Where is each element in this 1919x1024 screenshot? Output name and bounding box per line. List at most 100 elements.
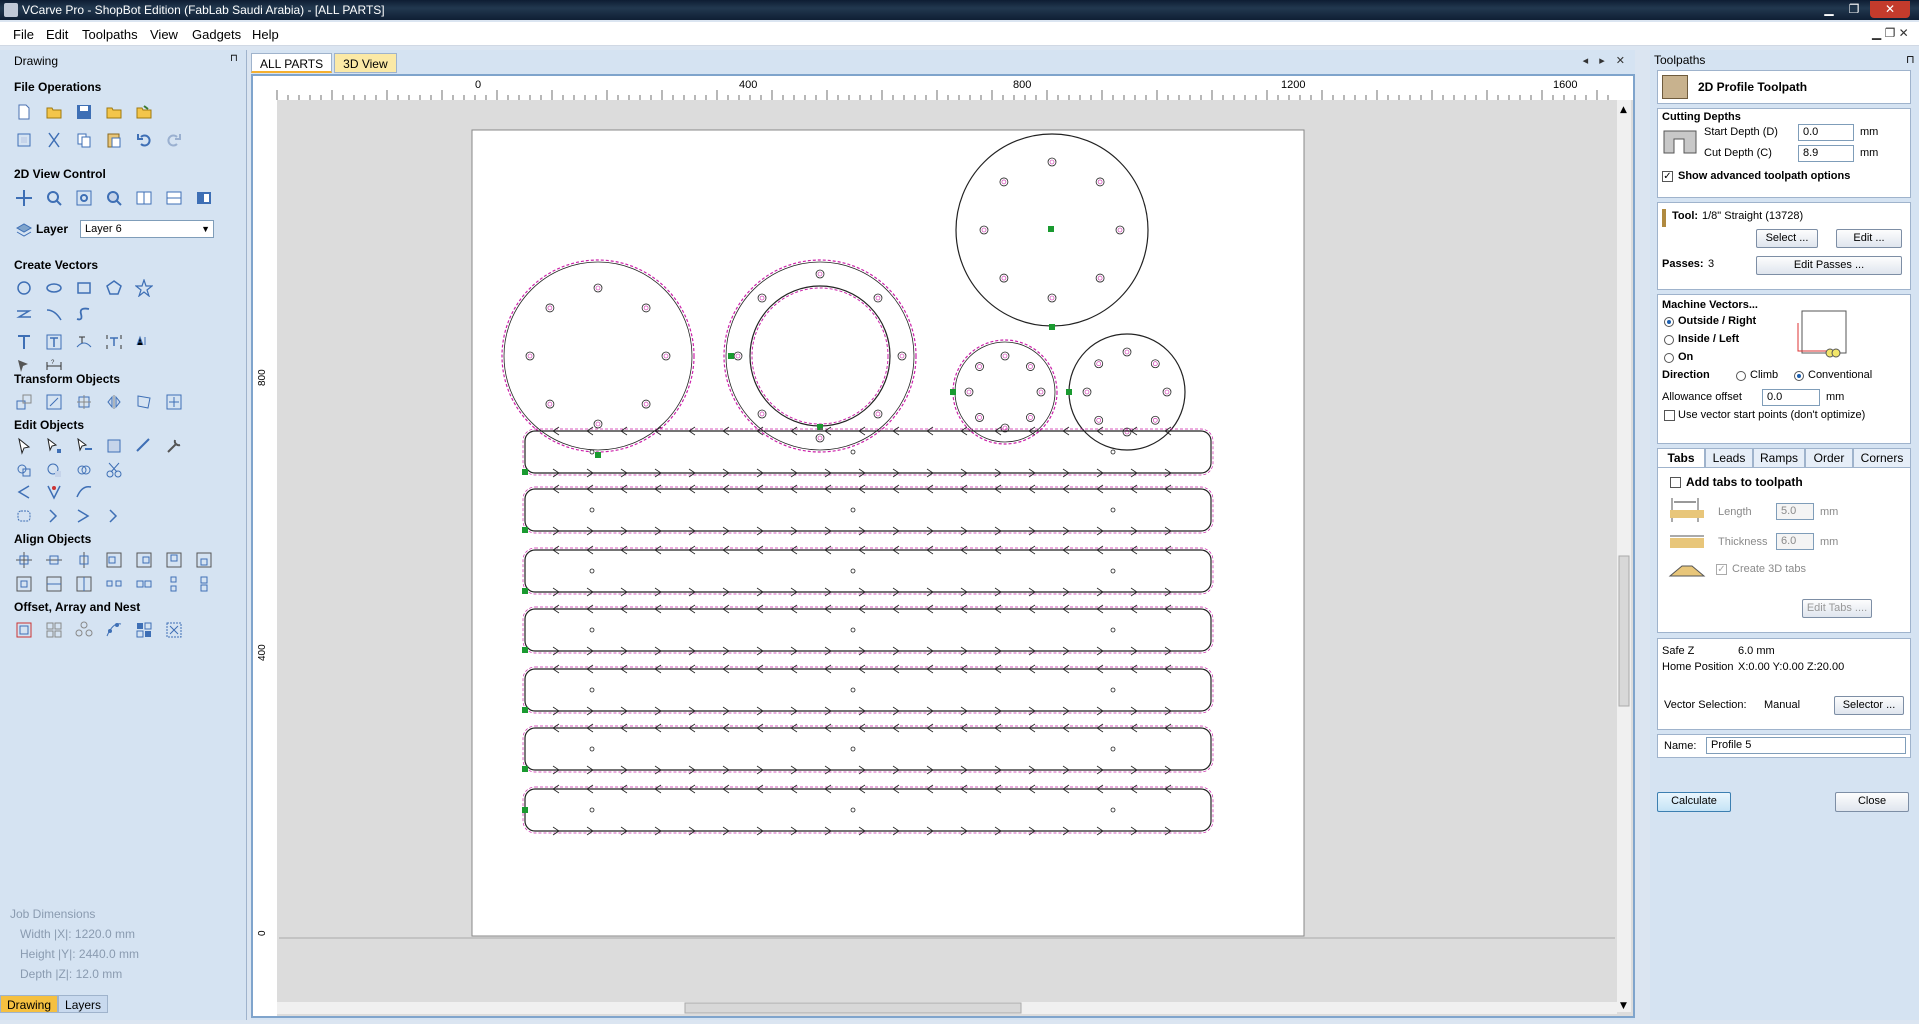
tab-layers[interactable]: Layers	[58, 995, 109, 1013]
draw-rectangle-icon[interactable]	[74, 278, 94, 298]
horizontal-scrollbar-thumb[interactable]	[684, 1002, 1022, 1014]
add-tabs-checkbox[interactable]	[1670, 477, 1681, 488]
mdi-window-controls[interactable]: ▁ ❐ ✕	[1872, 26, 1909, 40]
close-vector-icon[interactable]	[44, 506, 64, 526]
calculate-button[interactable]: Calculate	[1657, 792, 1731, 812]
save-icon[interactable]	[74, 102, 94, 122]
distribute-vertical-spacing-icon[interactable]	[194, 574, 214, 594]
tab-thickness-input[interactable]: 6.0	[1776, 533, 1814, 550]
smooth-curve-icon[interactable]	[74, 482, 94, 502]
mirror-icon[interactable]	[104, 392, 124, 412]
node-edit-icon[interactable]	[44, 436, 64, 456]
export-icon[interactable]	[134, 102, 154, 122]
center-horizontal-material-icon[interactable]	[44, 574, 64, 594]
offset-icon[interactable]	[14, 620, 34, 640]
draw-star-icon[interactable]	[134, 278, 154, 298]
rotate-icon[interactable]	[74, 392, 94, 412]
spell-check-icon[interactable]	[134, 332, 154, 352]
show-advanced-checkbox[interactable]: ✓	[1662, 171, 1673, 182]
select-pointer-icon[interactable]	[14, 436, 34, 456]
center-vertical-material-icon[interactable]	[74, 574, 94, 594]
draw-polygon-icon[interactable]	[104, 278, 124, 298]
tab-length-input[interactable]: 5.0	[1776, 503, 1814, 520]
block-copy-icon[interactable]	[44, 620, 64, 640]
center-in-material-icon[interactable]	[14, 574, 34, 594]
document-nav-controls[interactable]: ◂ ▸ ✕	[1583, 54, 1629, 67]
tab-all-parts[interactable]: ALL PARTS	[251, 53, 333, 73]
nesting-icon[interactable]	[134, 620, 154, 640]
view-3d-icon[interactable]	[194, 188, 214, 208]
tab-tabs[interactable]: Tabs	[1657, 448, 1705, 468]
copy-icon[interactable]	[74, 130, 94, 150]
measure-icon[interactable]	[134, 436, 154, 456]
nest-parts-icon[interactable]	[164, 620, 184, 640]
tab-corners[interactable]: Corners	[1853, 448, 1911, 468]
start-depth-input[interactable]: 0.0	[1798, 124, 1854, 141]
allowance-offset-input[interactable]: 0.0	[1762, 389, 1820, 406]
distribute-spacing-icon[interactable]	[134, 574, 154, 594]
edit-tabs-button[interactable]: Edit Tabs ....	[1802, 599, 1872, 618]
2d-view[interactable]: 0 400 800 1200 1600 800 400 0 ▲ ▼	[251, 74, 1635, 1018]
draw-arc-icon[interactable]	[44, 304, 64, 324]
paste-icon[interactable]	[104, 130, 124, 150]
redo-icon[interactable]	[164, 130, 184, 150]
scroll-down-icon[interactable]: ▼	[1620, 1001, 1627, 1011]
distribute-horizontal-icon[interactable]	[104, 574, 124, 594]
use-vector-start-checkbox[interactable]	[1664, 410, 1675, 421]
distort-icon[interactable]	[134, 392, 154, 412]
cut-icon[interactable]	[44, 130, 64, 150]
subtract-icon[interactable]	[44, 460, 64, 480]
cut-depth-input[interactable]: 8.9	[1798, 145, 1854, 162]
align-center-icon[interactable]	[164, 392, 184, 412]
circular-copy-icon[interactable]	[74, 620, 94, 640]
tab-leads[interactable]: Leads	[1705, 448, 1753, 468]
pan-icon[interactable]	[14, 188, 34, 208]
trim-vector-icon[interactable]	[104, 506, 124, 526]
image-icon[interactable]	[104, 436, 124, 456]
draw-ellipse-icon[interactable]	[44, 278, 64, 298]
copy-along-vector-icon[interactable]	[104, 620, 124, 640]
new-file-icon[interactable]	[14, 102, 34, 122]
interactive-trim-icon[interactable]	[74, 436, 94, 456]
extend-vector-icon[interactable]	[74, 506, 94, 526]
toolpath-name-input[interactable]: Profile 5	[1706, 737, 1906, 754]
menu-gadgets[interactable]: Gadgets	[192, 27, 241, 42]
edit-tool-button[interactable]: Edit ...	[1836, 229, 1902, 248]
open-file-icon[interactable]	[44, 102, 64, 122]
align-left-icon[interactable]	[104, 550, 124, 570]
wrench-icon[interactable]	[164, 436, 184, 456]
menu-file[interactable]: File	[13, 27, 34, 42]
scissors-icon[interactable]	[104, 460, 124, 480]
maximize-button[interactable]: ❐	[1843, 1, 1865, 18]
zoom-selection-icon[interactable]	[104, 188, 124, 208]
text-on-curve-icon[interactable]	[74, 332, 94, 352]
undo-icon[interactable]	[134, 130, 154, 150]
menu-help[interactable]: Help	[252, 27, 279, 42]
pin-icon[interactable]: ⊓	[1906, 53, 1915, 66]
selector-button[interactable]: Selector ...	[1834, 696, 1904, 715]
menu-toolpaths[interactable]: Toolpaths	[82, 27, 138, 42]
vertical-scrollbar-thumb[interactable]	[1618, 555, 1630, 707]
menu-view[interactable]: View	[150, 27, 178, 42]
text-icon[interactable]	[14, 332, 34, 352]
menu-edit[interactable]: Edit	[46, 27, 68, 42]
zoom-in-icon[interactable]	[44, 188, 64, 208]
weld-icon[interactable]	[14, 460, 34, 480]
import-icon[interactable]	[104, 102, 124, 122]
draw-circle-icon[interactable]	[14, 278, 34, 298]
align-center-both-icon[interactable]	[14, 550, 34, 570]
outside-right-radio[interactable]	[1664, 317, 1674, 327]
draw-curve-icon[interactable]	[74, 304, 94, 324]
align-bottom-icon[interactable]	[194, 550, 214, 570]
auto-layout-text-icon[interactable]	[104, 332, 124, 352]
close-button[interactable]: ✕	[1870, 1, 1910, 18]
set-size-icon[interactable]	[44, 392, 64, 412]
minimize-button[interactable]: ▁	[1818, 1, 1840, 18]
join-vectors-icon[interactable]	[14, 506, 34, 526]
on-vector-radio[interactable]	[1664, 353, 1674, 363]
dogbone-icon[interactable]	[44, 482, 64, 502]
move-icon[interactable]	[14, 392, 34, 412]
tab-ramps[interactable]: Ramps	[1753, 448, 1805, 468]
climb-radio[interactable]	[1736, 371, 1746, 381]
conventional-radio[interactable]	[1794, 371, 1804, 381]
